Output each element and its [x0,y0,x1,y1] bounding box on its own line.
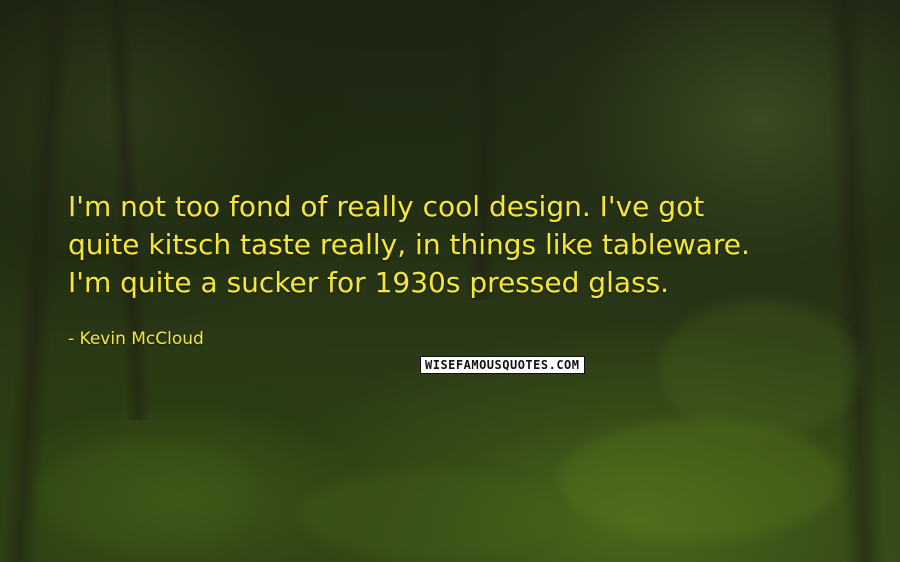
quote-text: I'm not too fond of really cool design. … [68,188,888,302]
quote-line: I'm quite a sucker for 1930s pressed gla… [68,266,670,299]
forest-background: I'm not too fond of really cool design. … [0,0,900,562]
moss-patch [660,300,860,440]
quote-line: I'm not too fond of really cool design. … [68,190,705,223]
moss-patch [40,440,260,550]
moss-patch [300,470,560,560]
quote-author: - Kevin McCloud [68,329,204,349]
quote-line: quite kitsch taste really, in things lik… [68,228,750,261]
brand-logo: WISEFAMOUSQUOTES.COM [420,356,585,374]
moss-patch [560,420,840,540]
